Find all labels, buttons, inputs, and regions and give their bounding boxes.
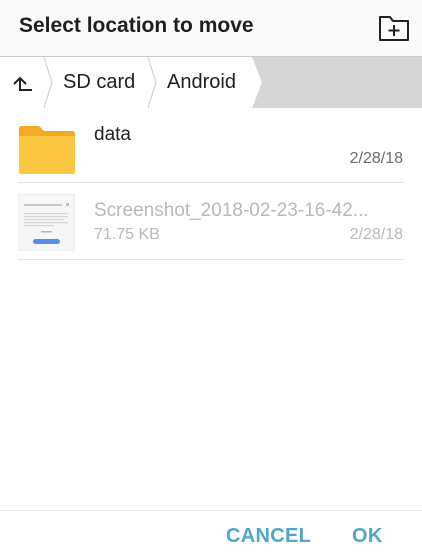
- divider: [18, 182, 404, 183]
- file-date: 2/28/18: [349, 150, 403, 167]
- breadcrumb-item-sd-card[interactable]: SD card: [63, 71, 135, 94]
- folder-icon: [19, 126, 75, 174]
- dialog-title: Select location to move: [19, 14, 254, 37]
- up-arrow-icon: [13, 76, 32, 91]
- dialog-header: Select location to move: [0, 0, 422, 56]
- breadcrumb-trail: SD card Android: [0, 57, 262, 108]
- list-item-data-folder[interactable]: data 2/28/18: [0, 108, 422, 183]
- breadcrumb: SD card Android: [0, 56, 422, 108]
- list-item-screenshot: Screenshot_2018-02-23-16-42... 71.75 KB …: [0, 184, 422, 260]
- divider: [18, 259, 404, 260]
- breadcrumb-item-android[interactable]: Android: [167, 71, 236, 94]
- new-folder-icon[interactable]: [378, 14, 410, 42]
- file-size: 71.75 KB: [94, 226, 160, 243]
- breadcrumb-up-button[interactable]: [0, 57, 48, 108]
- file-name: Screenshot_2018-02-23-16-42...: [94, 200, 369, 221]
- dialog-footer: CANCEL OK: [0, 510, 422, 560]
- file-date: 2/28/18: [349, 226, 403, 243]
- screenshot-preview: [24, 203, 69, 244]
- file-name: data: [94, 124, 131, 145]
- ok-button[interactable]: OK: [352, 525, 383, 548]
- image-thumbnail: [18, 194, 75, 251]
- cancel-button[interactable]: CANCEL: [226, 525, 311, 548]
